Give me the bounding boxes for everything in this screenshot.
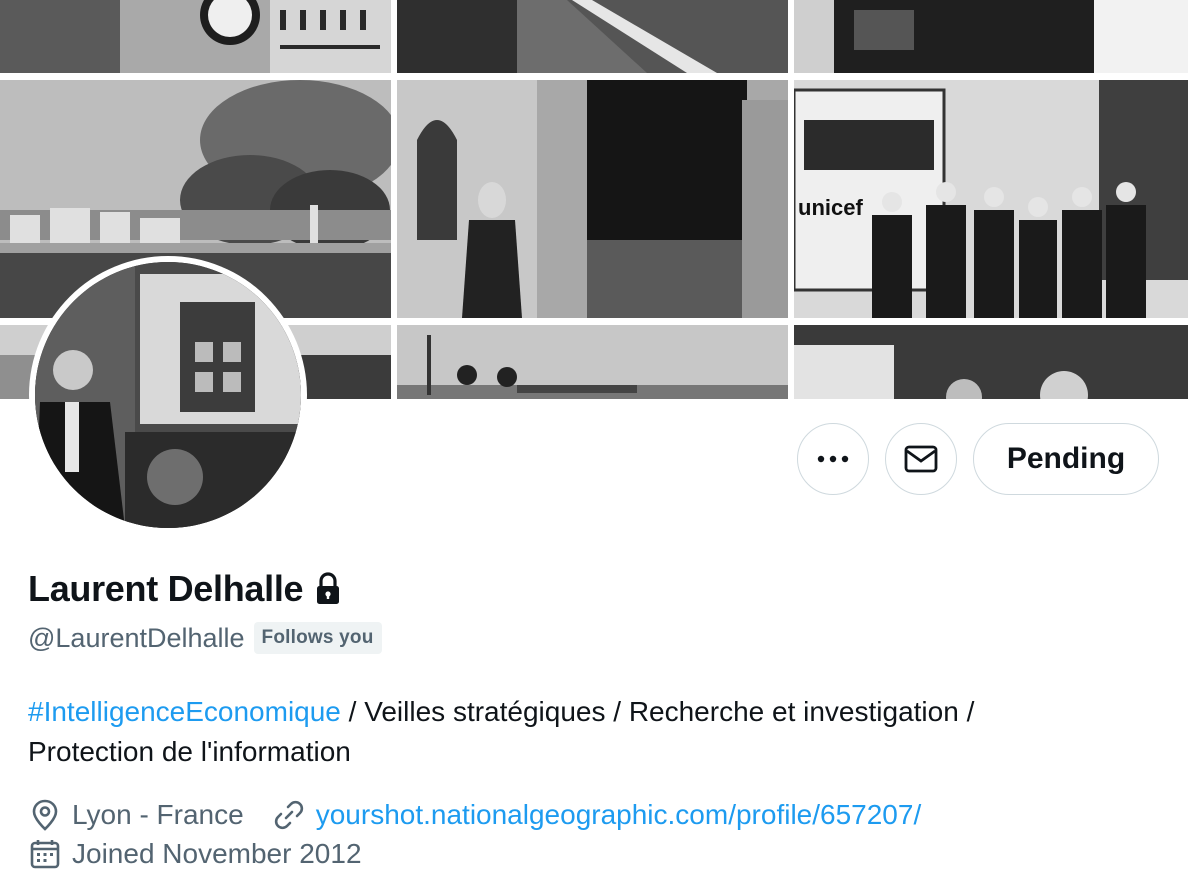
bio-hashtag-link[interactable]: #IntelligenceEconomique [28, 696, 341, 727]
photo-bottom-right [794, 325, 1188, 399]
photo-boy-doorway [397, 80, 788, 318]
profile-bio: #IntelligenceEconomique / Veilles straté… [28, 692, 1138, 772]
website-item: yourshot.nationalgeographic.com/profile/… [272, 798, 922, 832]
envelope-icon [904, 445, 938, 473]
handle-row: @LaurentDelhalle Follows you [28, 622, 382, 654]
profile-meta-row: Lyon - France yourshot.nationalgeographi… [28, 798, 949, 832]
display-name: Laurent Delhalle [28, 568, 304, 609]
bio-text-line1: / Veilles stratégiques / Recherche et in… [340, 696, 975, 727]
photo-road [397, 0, 788, 73]
profile-name-row: Laurent Delhalle [28, 568, 341, 610]
photo-unicef-truck: unicef [794, 80, 1188, 318]
unicef-text: unicef [798, 195, 863, 220]
more-button[interactable] [797, 423, 869, 495]
avatar[interactable] [35, 262, 301, 528]
photo-bottom-middle [397, 325, 788, 399]
photo-man-camera [794, 0, 1188, 73]
pending-button[interactable]: Pending [973, 423, 1159, 495]
bio-text-line2: Protection de l'information [28, 736, 351, 767]
message-button[interactable] [885, 423, 957, 495]
user-handle: @LaurentDelhalle [28, 622, 245, 653]
calendar-icon [30, 840, 60, 869]
location-text: Lyon - France [72, 799, 244, 830]
joined-row: Joined November 2012 [28, 837, 362, 871]
follows-you-badge: Follows you [253, 622, 382, 654]
location-item: Lyon - France [28, 798, 244, 832]
photo-children-sweater [0, 0, 391, 73]
more-icon [817, 455, 849, 463]
location-pin-icon [32, 799, 58, 831]
website-link[interactable]: yourshot.nationalgeographic.com/profile/… [316, 799, 922, 831]
joined-date: Joined November 2012 [72, 838, 362, 869]
lock-icon [317, 572, 340, 604]
link-icon [274, 800, 303, 830]
